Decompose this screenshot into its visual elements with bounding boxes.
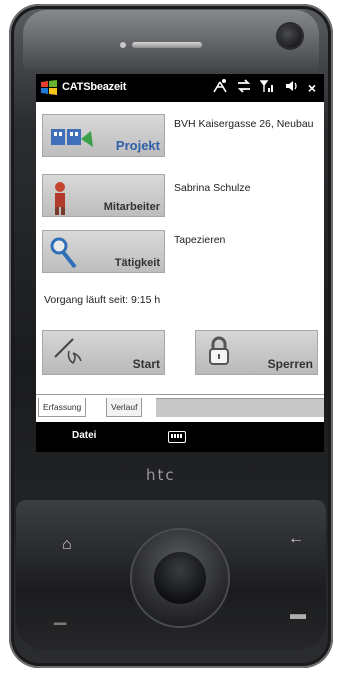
signal-icon[interactable] [259,79,276,98]
padlock-icon [209,336,229,365]
activity-label: Tätigkeit [114,257,160,269]
tab-strip-fill [156,398,324,417]
device-screen: CATSbeazeit × Projekt BVH Kaisergasse 26… [36,74,324,452]
sync-icon[interactable] [237,78,251,98]
tab-verlauf[interactable]: Verlauf [106,398,143,417]
front-camera [278,24,302,48]
tab-erfassung[interactable]: Erfassung [38,398,87,417]
end-call-icon[interactable]: ▬ [290,606,306,624]
earpiece-speaker [132,42,202,48]
project-label: Projekt [115,138,160,153]
status-icons: × [212,78,316,99]
softkey-file[interactable]: Datei [72,430,96,441]
sensor-dot [120,42,126,48]
project-icon [51,129,93,147]
soft-key-bar: Datei [36,422,324,452]
lock-button[interactable]: Sperren [195,330,318,375]
activity-tile[interactable]: Tätigkeit [42,230,165,273]
navigation-center-button[interactable] [154,552,206,604]
app-title: CATSbeazeit [62,81,127,93]
start-label: Start [132,357,160,371]
windows-start-icon[interactable] [39,78,59,98]
back-arrow-icon[interactable]: ← [288,530,304,548]
htc-logo: htc [146,466,176,484]
worker-info: Sabrina Schulze [174,182,251,194]
close-icon[interactable]: × [308,79,316,97]
phone-top-shine [23,10,319,70]
volume-icon[interactable] [285,79,299,98]
tab-strip: Erfassung Verlauf [36,394,324,423]
keyboard-icon[interactable] [168,431,186,443]
activity-info: Tapezieren [174,234,226,246]
worker-label: Mitarbeiter [103,201,160,213]
project-tile[interactable]: Projekt [42,114,165,157]
activity-icon [50,237,77,269]
worker-tile[interactable]: Mitarbeiter [42,174,165,217]
call-icon[interactable]: ▁ [54,606,66,626]
antenna-icon[interactable] [212,78,228,99]
running-status: Vorgang läuft seit: 9:15 h [44,294,161,306]
pen-signature-icon [54,338,82,365]
title-bar: CATSbeazeit × [36,74,324,102]
project-info: BVH Kaisergasse 26, Neubau [174,118,314,130]
home-icon[interactable]: ⌂ [62,536,72,554]
worker-icon [55,182,65,215]
start-button[interactable]: Start [42,330,165,375]
lock-label: Sperren [267,357,313,371]
main-content: Projekt BVH Kaisergasse 26, Neubau Mitar… [36,102,324,394]
